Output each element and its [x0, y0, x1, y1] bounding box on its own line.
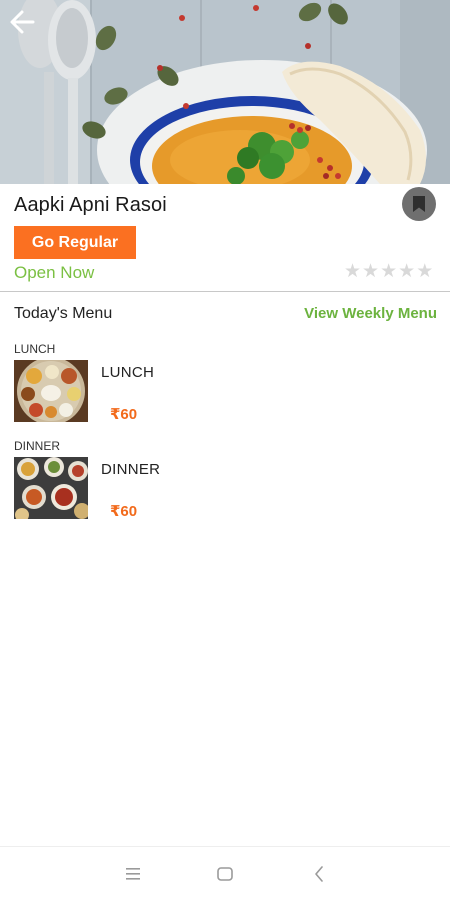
home-button[interactable]: [212, 861, 238, 887]
soup-photo: [0, 0, 450, 184]
thali-photo: [14, 360, 88, 422]
hero-image: [0, 0, 450, 184]
dinner-thumbnail[interactable]: [14, 457, 88, 519]
kitchen-name: Aapki Apni Rasoi: [14, 194, 167, 216]
back-button[interactable]: [6, 6, 38, 38]
star-icon: ★: [344, 261, 362, 282]
star-icon: ★: [416, 261, 434, 282]
bookmark-icon: [413, 196, 425, 212]
system-navigation-bar: [0, 846, 450, 901]
view-weekly-menu-link[interactable]: View Weekly Menu: [304, 305, 437, 322]
meal-tag: LUNCH: [14, 342, 56, 356]
meal-price: ₹60: [110, 503, 138, 520]
menu-icon: [126, 868, 140, 880]
star-icon: ★: [398, 261, 416, 282]
open-status: Open Now: [14, 263, 95, 282]
dinner-photo: [14, 457, 88, 519]
meal-name: LUNCH: [101, 364, 155, 381]
section-title: Today's Menu: [14, 305, 113, 322]
recents-button[interactable]: [120, 861, 146, 887]
star-icon: ★: [362, 261, 380, 282]
meal-tag: DINNER: [14, 439, 61, 453]
star-icon: ★: [380, 261, 398, 282]
divider: [0, 291, 450, 292]
arrow-left-icon: [10, 10, 35, 34]
bookmark-button[interactable]: [402, 187, 436, 221]
back-chevron-icon: [315, 866, 323, 882]
home-square-icon: [217, 867, 233, 881]
system-back-button[interactable]: [306, 861, 332, 887]
rating-stars: ★ ★ ★ ★ ★: [344, 262, 433, 281]
meal-name: DINNER: [101, 461, 161, 478]
meal-price: ₹60: [110, 406, 138, 423]
lunch-thumbnail[interactable]: [14, 360, 88, 422]
go-regular-button[interactable]: Go Regular: [14, 226, 136, 259]
